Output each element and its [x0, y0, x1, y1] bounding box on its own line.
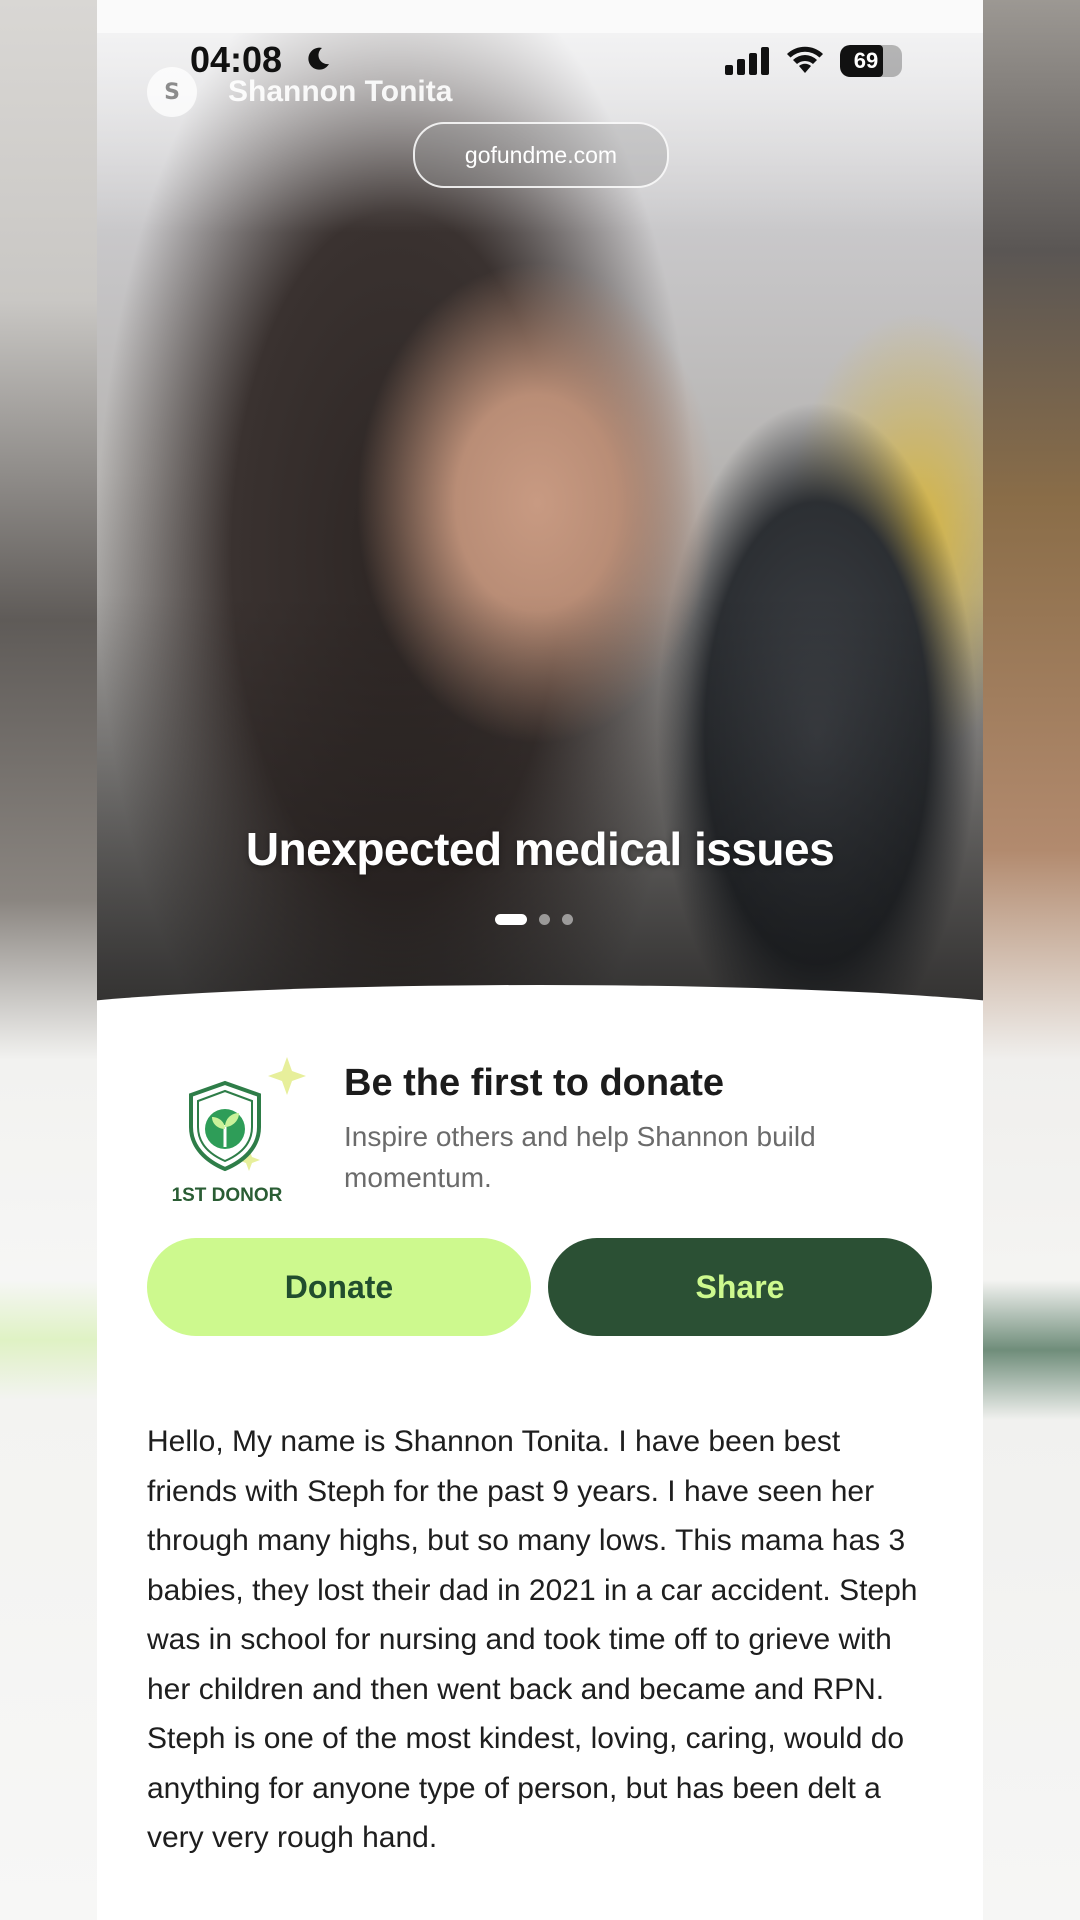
story-fade — [97, 1860, 983, 1920]
battery-level: 69 — [853, 48, 879, 73]
wifi-icon — [787, 46, 823, 73]
organizer-name: Shannon Tonita — [228, 75, 453, 108]
battery-icon: 69 — [840, 45, 902, 77]
campaign-organizer[interactable]: S Shannon Tonita — [147, 66, 452, 118]
top-strip — [97, 0, 983, 33]
avatar: S — [147, 67, 197, 117]
blurred-background-right — [983, 0, 1080, 1920]
first-donor-badge: 1ST DONOR — [162, 1055, 312, 1215]
carousel-dot[interactable] — [562, 914, 573, 925]
carousel-dot[interactable] — [539, 914, 550, 925]
campaign-title: Unexpected medical issues — [245, 823, 835, 875]
cellular-signal-icon — [725, 47, 769, 75]
donate-button[interactable]: Donate — [147, 1238, 531, 1336]
blurred-background-left — [0, 0, 97, 1920]
carousel-dot[interactable] — [495, 914, 527, 925]
campaign-story: Hello, My name is Shannon Tonita. I have… — [147, 1425, 918, 1854]
badge-label: 1ST DONOR — [171, 1185, 283, 1206]
donor-prompt-subtitle: Inspire others and help Shannon build mo… — [344, 1121, 816, 1193]
url-pill[interactable]: gofundme.com — [413, 122, 669, 188]
phone-screen: 04:08 69 S Shannon Tonita gofundme.com U… — [97, 0, 983, 1920]
share-button[interactable]: Share — [548, 1238, 932, 1336]
shield-sprout-icon — [189, 1057, 306, 1172]
carousel-dots[interactable] — [495, 914, 573, 925]
donor-prompt-title: Be the first to donate — [344, 1062, 725, 1104]
